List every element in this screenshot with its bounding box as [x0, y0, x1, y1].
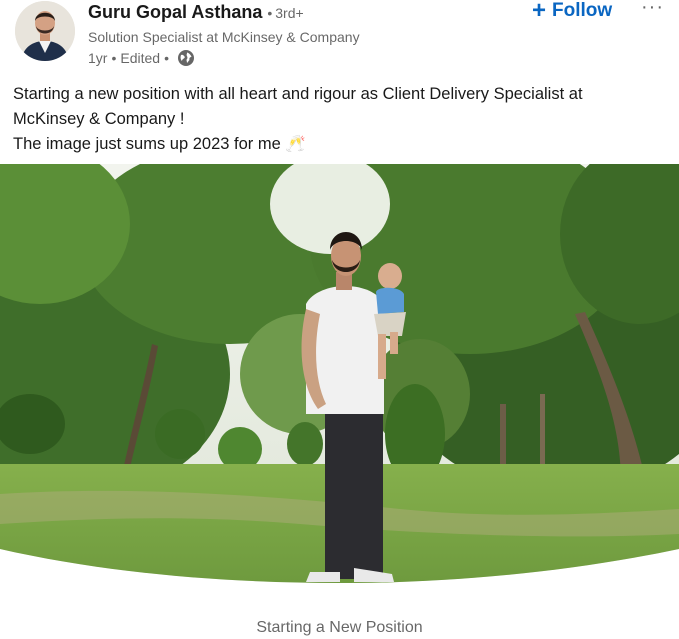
park-photo-image: [0, 164, 679, 583]
separator-dot: •: [164, 50, 169, 66]
separator-dot: •: [111, 50, 117, 66]
follow-button[interactable]: + Follow: [532, 0, 613, 24]
author-name[interactable]: Guru Gopal Asthana: [88, 2, 262, 23]
post-text-line: The image just sums up 2023 for me 🥂: [13, 135, 306, 153]
post-image[interactable]: [0, 164, 679, 583]
edited-label: Edited: [120, 50, 161, 66]
post-text: Starting a new position with all heart a…: [13, 82, 653, 157]
follow-label: Follow: [552, 0, 613, 21]
avatar-portrait-image: [15, 1, 75, 61]
globe-icon: [177, 49, 195, 67]
name-row: Guru Gopal Asthana • 3rd+: [88, 2, 360, 23]
connection-degree: 3rd+: [275, 5, 304, 21]
plus-icon: +: [532, 0, 547, 24]
post-text-line: Starting a new position with all heart a…: [13, 85, 583, 128]
author-headline: Solution Specialist at McKinsey & Compan…: [88, 29, 360, 45]
separator-dot: •: [267, 5, 273, 21]
author-meta: Guru Gopal Asthana • 3rd+ Solution Speci…: [88, 2, 360, 67]
post-time: 1yr: [88, 50, 108, 66]
image-caption: Starting a New Position: [256, 619, 423, 636]
post-timestamp-row: 1yr • Edited •: [88, 49, 360, 67]
more-options-icon[interactable]: ···: [641, 0, 664, 19]
post-header: Guru Gopal Asthana • 3rd+ Solution Speci…: [0, 0, 679, 72]
avatar[interactable]: [15, 1, 75, 61]
